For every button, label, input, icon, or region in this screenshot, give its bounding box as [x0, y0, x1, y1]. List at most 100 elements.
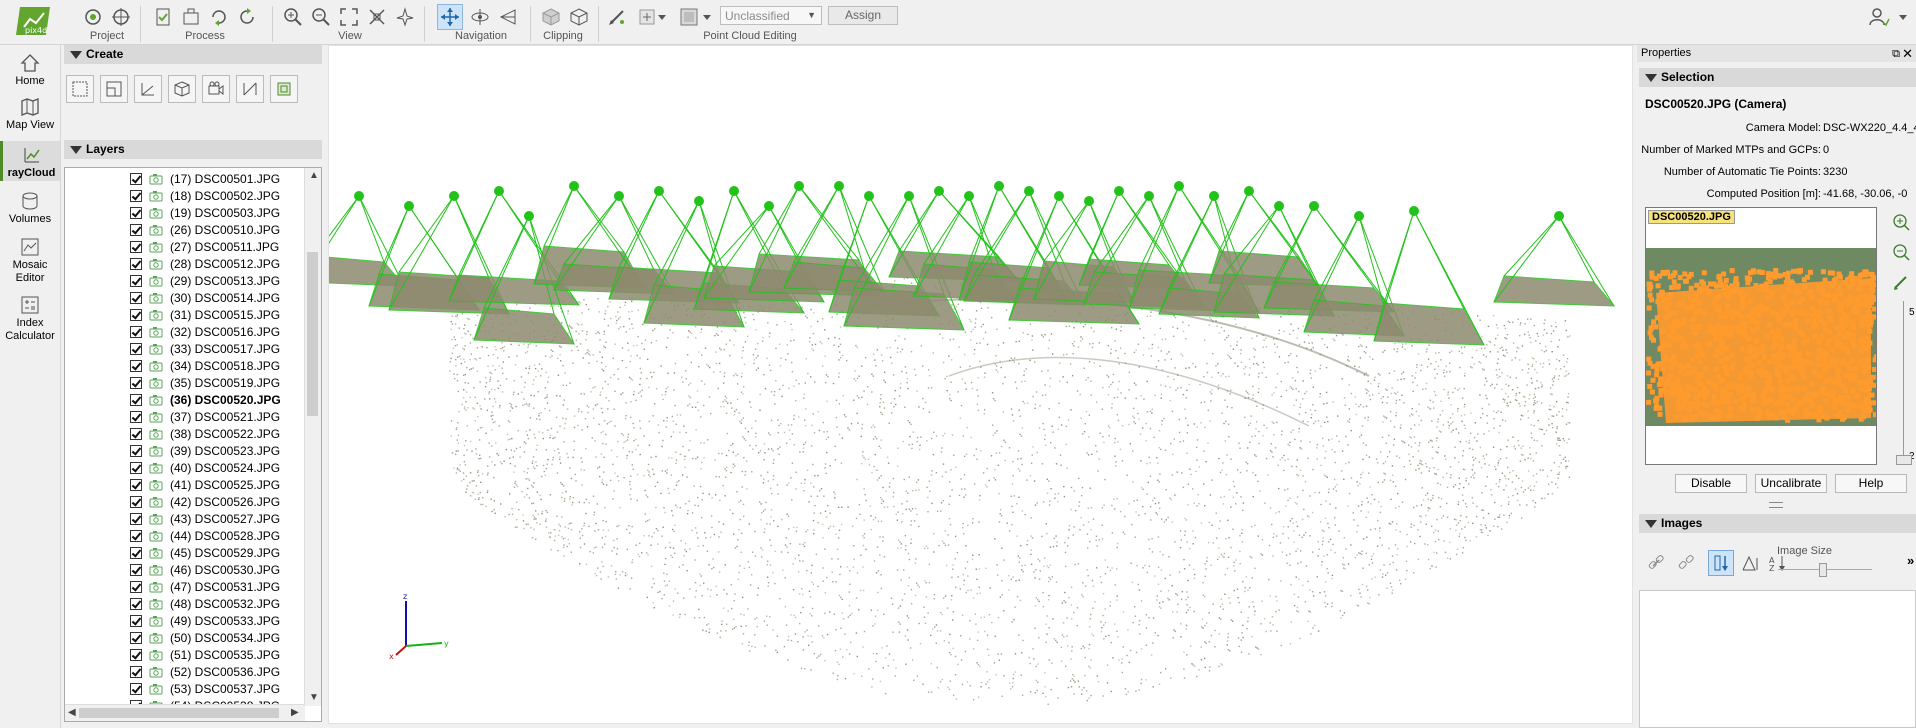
create-volume-icon[interactable] [168, 75, 196, 103]
scroll-left-icon[interactable]: ◀ [68, 707, 76, 718]
layer-row[interactable]: (42) DSC00526.JPG [65, 494, 305, 511]
sort-by-angle-icon[interactable] [1737, 550, 1763, 576]
zoom-slider-track[interactable] [1903, 301, 1904, 461]
zoom-extent-icon[interactable] [336, 4, 362, 30]
layer-row[interactable]: (30) DSC00514.JPG [65, 290, 305, 307]
layer-visibility-checkbox[interactable] [130, 615, 142, 627]
layer-visibility-checkbox[interactable] [130, 598, 142, 610]
scroll-down-icon[interactable]: ▼ [309, 692, 319, 703]
layers-panel-header[interactable]: Layers [64, 140, 322, 159]
layers-horizontal-scrollbar[interactable]: ◀ ▶ [65, 704, 305, 721]
layer-row[interactable]: (53) DSC00537.JPG [65, 681, 305, 698]
layer-row[interactable]: (33) DSC00517.JPG [65, 341, 305, 358]
raycloud-3d-view[interactable]: z y x [328, 45, 1633, 724]
layer-visibility-checkbox[interactable] [130, 411, 142, 423]
layer-row[interactable]: (45) DSC00529.JPG [65, 545, 305, 562]
nav-item-mosaic-editor[interactable]: Mosaic Editor [0, 237, 60, 289]
class-color-swatch-icon[interactable] [676, 4, 702, 30]
zoom-out-icon[interactable] [1892, 243, 1910, 264]
create-scale-constraint-icon[interactable] [236, 75, 264, 103]
layer-visibility-checkbox[interactable] [130, 462, 142, 474]
layers-tree[interactable]: (17) DSC00501.JPG (18) DSC00502.JPG (19) D… [64, 167, 322, 722]
layer-visibility-checkbox[interactable] [130, 428, 142, 440]
disable-button[interactable]: Disable [1675, 474, 1747, 493]
float-panel-icon[interactable]: ⧉ [1892, 46, 1900, 63]
layer-row[interactable]: (41) DSC00525.JPG [65, 477, 305, 494]
point-cloud-scene[interactable] [329, 46, 1633, 724]
layer-row[interactable]: (47) DSC00531.JPG [65, 579, 305, 596]
chevron-down-icon[interactable] [1896, 4, 1910, 30]
layer-visibility-checkbox[interactable] [130, 530, 142, 542]
layer-row[interactable]: (17) DSC00501.JPG [65, 171, 305, 188]
layer-row[interactable]: (28) DSC00512.JPG [65, 256, 305, 273]
layer-visibility-checkbox[interactable] [130, 309, 142, 321]
layer-visibility-checkbox[interactable] [130, 173, 142, 185]
user-account-icon[interactable] [1866, 4, 1892, 30]
fit-selection-icon[interactable] [364, 4, 390, 30]
process-reoptimize-icon[interactable] [206, 4, 232, 30]
create-area-icon[interactable] [66, 75, 94, 103]
zoom-out-icon[interactable] [308, 4, 334, 30]
layer-visibility-checkbox[interactable] [130, 445, 142, 457]
nav-item-raycloud[interactable]: rayCloud [0, 141, 60, 181]
create-panel-header[interactable]: Create [64, 45, 322, 64]
scrollbar-thumb[interactable] [307, 252, 318, 416]
layer-visibility-checkbox[interactable] [130, 343, 142, 355]
layer-row[interactable]: (27) DSC00511.JPG [65, 239, 305, 256]
layer-row[interactable]: (38) DSC00522.JPG [65, 426, 305, 443]
layer-visibility-checkbox[interactable] [130, 207, 142, 219]
layer-row[interactable]: (40) DSC00524.JPG [65, 460, 305, 477]
layer-visibility-checkbox[interactable] [130, 564, 142, 576]
project-open-icon[interactable] [80, 4, 106, 30]
navigation-trackball-icon[interactable] [437, 4, 463, 30]
layer-row[interactable]: (36) DSC00520.JPG [65, 392, 305, 409]
uncalibrate-button[interactable]: Uncalibrate [1755, 474, 1827, 493]
images-section-header[interactable]: Images [1639, 514, 1916, 533]
layer-row[interactable]: (26) DSC00510.JPG [65, 222, 305, 239]
chevron-down-icon[interactable] [656, 4, 668, 30]
create-polyline-icon[interactable] [134, 75, 162, 103]
close-icon[interactable]: ✕ [1902, 45, 1913, 62]
sort-by-distance-icon[interactable] [1708, 550, 1734, 576]
layer-visibility-checkbox[interactable] [130, 258, 142, 270]
navigation-first-person-icon[interactable] [495, 4, 521, 30]
layer-visibility-checkbox[interactable] [130, 360, 142, 372]
process-rematch-icon[interactable] [234, 4, 260, 30]
layer-visibility-checkbox[interactable] [130, 292, 142, 304]
scrollbar-thumb[interactable] [79, 708, 279, 718]
layer-visibility-checkbox[interactable] [130, 496, 142, 508]
fly-view-icon[interactable] [392, 4, 418, 30]
clipping-edit-icon[interactable] [566, 4, 592, 30]
nav-item-volumes[interactable]: Volumes [0, 191, 60, 233]
nav-item-index-calculator[interactable]: Index Calculator [0, 295, 60, 347]
process-check-icon[interactable] [150, 4, 176, 30]
layer-visibility-checkbox[interactable] [130, 683, 142, 695]
layer-visibility-checkbox[interactable] [130, 394, 142, 406]
create-polygon-icon[interactable] [100, 75, 128, 103]
layer-row[interactable]: (50) DSC00534.JPG [65, 630, 305, 647]
layer-row[interactable]: (34) DSC00518.JPG [65, 358, 305, 375]
more-options-icon[interactable]: » [1907, 553, 1914, 568]
layer-row[interactable]: (49) DSC00533.JPG [65, 613, 305, 630]
layer-row[interactable]: (19) DSC00503.JPG [65, 205, 305, 222]
link-icon[interactable] [1643, 550, 1669, 576]
classification-select[interactable]: Unclassified ▼ [720, 6, 822, 25]
nav-item-home[interactable]: Home [0, 53, 60, 95]
layer-visibility-checkbox[interactable] [130, 547, 142, 559]
layer-visibility-checkbox[interactable] [130, 513, 142, 525]
zoom-slider-handle[interactable] [1896, 455, 1912, 465]
layer-row[interactable]: (37) DSC00521.JPG [65, 409, 305, 426]
layer-row[interactable]: (35) DSC00519.JPG [65, 375, 305, 392]
image-size-slider-handle[interactable] [1819, 563, 1827, 577]
layer-visibility-checkbox[interactable] [130, 190, 142, 202]
scroll-right-icon[interactable]: ▶ [291, 707, 299, 718]
edit-pencil-icon[interactable] [1892, 273, 1910, 294]
scroll-up-icon[interactable]: ▲ [309, 170, 319, 181]
unlink-icon[interactable] [1673, 550, 1699, 576]
layer-row[interactable]: (29) DSC00513.JPG [65, 273, 305, 290]
layer-row[interactable]: (31) DSC00515.JPG [65, 307, 305, 324]
layer-row[interactable]: (18) DSC00502.JPG [65, 188, 305, 205]
layer-visibility-checkbox[interactable] [130, 649, 142, 661]
layer-row[interactable]: (51) DSC00535.JPG [65, 647, 305, 664]
layer-row[interactable]: (52) DSC00536.JPG [65, 664, 305, 681]
